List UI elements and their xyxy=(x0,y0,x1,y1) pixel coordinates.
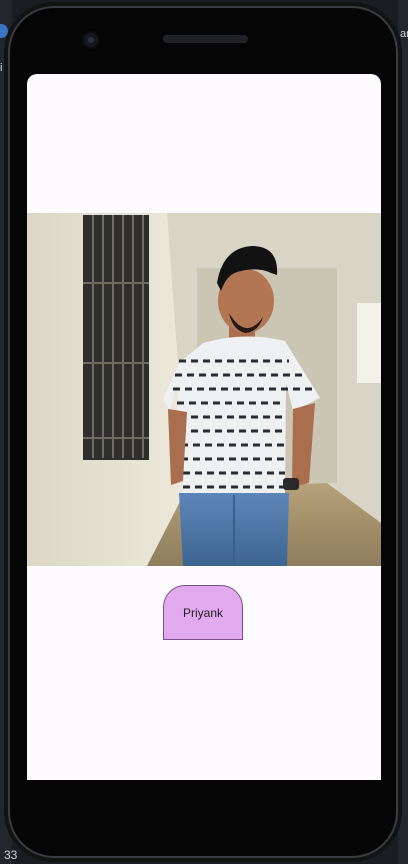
front-camera-icon xyxy=(84,33,98,47)
ide-text-fragment: ar xyxy=(400,28,408,40)
profile-name-button[interactable]: Priyank xyxy=(163,585,243,640)
ide-right-edge xyxy=(398,0,408,864)
ide-text-fragment: i xyxy=(0,62,3,74)
profile-photo xyxy=(27,213,381,566)
device-frame: Priyank xyxy=(8,6,398,858)
profile-photo-illustration xyxy=(27,213,381,566)
ide-text-fragment: i xyxy=(400,62,403,74)
ide-line-number: 33 xyxy=(4,848,18,862)
speaker-grille xyxy=(163,35,248,43)
app-screen: Priyank xyxy=(27,74,381,780)
